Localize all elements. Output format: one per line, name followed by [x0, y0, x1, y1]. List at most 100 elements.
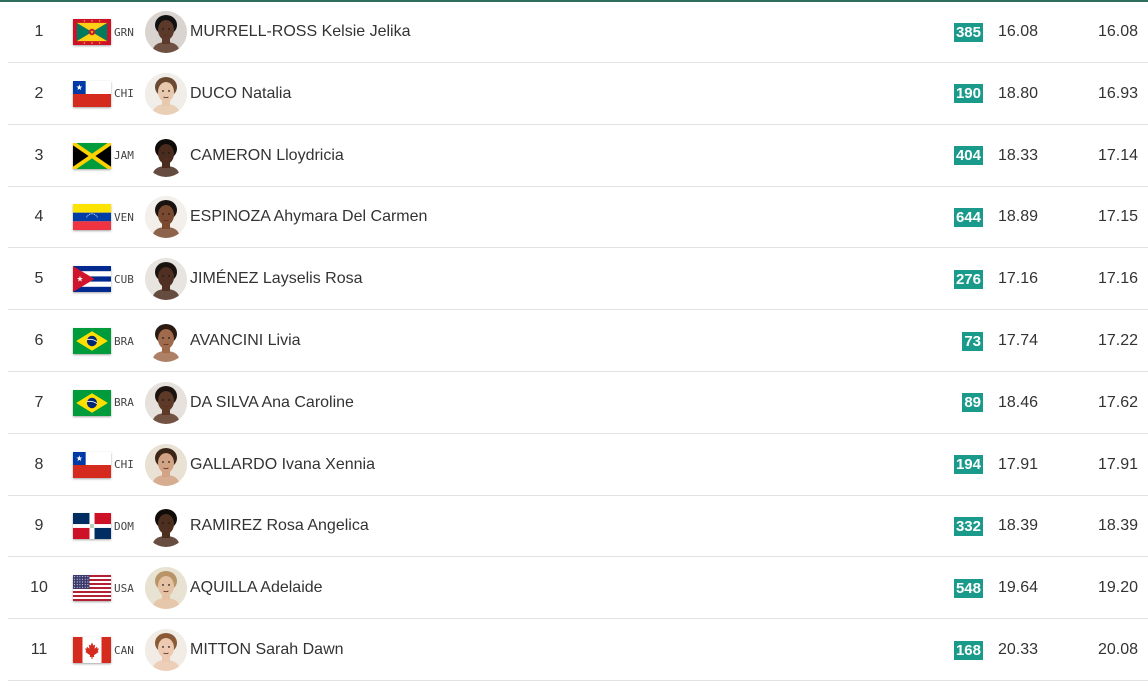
country-code: CHI: [114, 87, 134, 101]
athlete-photo: [145, 381, 187, 424]
rank: 4: [34, 208, 44, 226]
heat-time: 18.39: [998, 517, 1039, 535]
bib-number-badge: 89: [962, 393, 983, 413]
best-time: 17.15: [1097, 208, 1138, 226]
athlete-name[interactable]: AVANCINI Livia: [190, 311, 301, 371]
best-time: 17.22: [1097, 332, 1138, 349]
best-time: 17.62: [1097, 393, 1138, 411]
rank: 8: [34, 455, 44, 473]
heat-time: 18.89: [998, 208, 1039, 226]
result-row[interactable]: 3 JAM CAMERON Lloydricia 404 18.33 17.14: [8, 126, 1148, 187]
country-code: BRA: [114, 334, 134, 348]
rank: 9: [34, 517, 44, 535]
bib-number-badge: 644: [953, 207, 983, 227]
heat-time: 18.46: [998, 393, 1039, 411]
result-row[interactable]: 10 USA AQUILLA Adelaide 548 19.64 19.20: [8, 558, 1148, 620]
bib-number-badge: 385: [953, 22, 983, 42]
flag-brazil-icon: [73, 328, 111, 354]
bib-number-badge: 73: [962, 331, 983, 351]
athlete-name[interactable]: DA SILVA Ana Caroline: [190, 373, 354, 433]
heat-time: 17.16: [998, 270, 1039, 288]
bib-number-badge: 190: [953, 84, 983, 104]
result-row[interactable]: 8 CHI GALLARDO Ivana Xennia 194 17.91 17…: [8, 435, 1148, 496]
country-code: CHI: [114, 458, 134, 472]
athlete-photo: [145, 443, 187, 486]
best-time: 19.20: [1097, 579, 1138, 597]
country-code: BRA: [114, 396, 134, 410]
athlete-name[interactable]: ESPINOZA Ahymara Del Carmen: [190, 187, 427, 247]
athlete-photo: [145, 320, 187, 362]
rank: 5: [34, 270, 44, 288]
athlete-photo: [145, 629, 187, 671]
best-time: 17.14: [1097, 146, 1138, 164]
bib-number-badge: 194: [953, 455, 983, 475]
result-row[interactable]: 7 BRA DA SILVA Ana Caroline 89 18.46 17.…: [8, 373, 1148, 434]
bib-number-badge: 332: [953, 516, 983, 536]
heat-time: 17.74: [998, 332, 1039, 349]
heat-time: 17.91: [998, 455, 1039, 473]
country-code: JAM: [114, 149, 134, 163]
athlete-photo: [145, 567, 187, 610]
heat-time: 20.33: [998, 641, 1039, 658]
bib-number-badge: 548: [953, 578, 983, 598]
flag-chile-icon: [73, 451, 111, 478]
best-time: 16.08: [1097, 23, 1138, 40]
result-row[interactable]: 9 DOM RAMIREZ Rosa Angelica 332 18.39 18…: [8, 496, 1148, 558]
athlete-photo: [145, 72, 187, 115]
best-time: 16.93: [1097, 84, 1138, 102]
athlete-photo: [145, 258, 187, 301]
result-row[interactable]: 6 BRA AVANCINI Livia 73 17.74 17.22: [8, 311, 1148, 372]
flag-brazil-icon: [73, 389, 111, 416]
flag-canada-icon: [73, 637, 111, 663]
result-row[interactable]: 1 GRN MURRELL-ROSS Kelsie Jelika 385 16.…: [8, 2, 1148, 63]
athlete-name[interactable]: AQUILLA Adelaide: [190, 558, 323, 618]
athlete-name[interactable]: MITTON Sarah Dawn: [190, 620, 344, 680]
bib-number-badge: 168: [953, 640, 983, 660]
athlete-name[interactable]: JIMÉNEZ Layselis Rosa: [190, 249, 363, 309]
rank: 10: [30, 579, 48, 597]
heat-time: 18.33: [998, 146, 1039, 164]
flag-grenada-icon: [73, 19, 111, 45]
country-code: DOM: [114, 519, 134, 533]
flag-dominican-republic-icon: [73, 513, 111, 540]
bib-number-badge: 276: [953, 269, 983, 289]
athlete-name[interactable]: RAMIREZ Rosa Angelica: [190, 496, 369, 556]
rank: 6: [34, 332, 44, 349]
country-code: CUB: [114, 272, 134, 286]
athlete-name[interactable]: DUCO Natalia: [190, 64, 291, 124]
result-row[interactable]: 11 CAN MITTON Sarah Dawn 168 20.33 20.08: [8, 620, 1148, 681]
rank: 7: [34, 393, 44, 411]
result-row[interactable]: 2 CHI DUCO Natalia 190 18.80 16.93: [8, 64, 1148, 125]
rank: 11: [30, 641, 48, 658]
bib-number-badge: 404: [953, 146, 983, 166]
best-time: 20.08: [1097, 641, 1138, 658]
results-list: 1 GRN MURRELL-ROSS Kelsie Jelika 385 16.…: [0, 0, 1148, 681]
result-row[interactable]: 5 CUB JIMÉNEZ Layselis Rosa 276 17.16 17…: [8, 249, 1148, 311]
best-time: 18.39: [1097, 517, 1138, 535]
athlete-photo: [145, 196, 187, 239]
heat-time: 19.64: [998, 579, 1039, 597]
country-code: USA: [114, 581, 134, 595]
rank: 1: [34, 23, 44, 40]
flag-jamaica-icon: [73, 142, 111, 169]
flag-usa-icon: [73, 575, 111, 602]
heat-time: 18.80: [998, 84, 1039, 102]
result-row[interactable]: 4 VEN ESPINOZA Ahymara Del Carmen 644 18…: [8, 187, 1148, 249]
country-code: VEN: [114, 210, 134, 224]
athlete-name[interactable]: CAMERON Lloydricia: [190, 126, 344, 186]
rank: 3: [34, 146, 44, 164]
country-code: CAN: [114, 643, 134, 657]
rank: 2: [34, 84, 44, 102]
heat-time: 16.08: [998, 23, 1039, 40]
athlete-name[interactable]: GALLARDO Ivana Xennia: [190, 435, 375, 495]
country-code: GRN: [114, 25, 134, 39]
flag-chile-icon: [73, 80, 111, 107]
athlete-photo: [145, 505, 187, 548]
flag-venezuela-icon: [73, 204, 111, 231]
athlete-photo: [145, 134, 187, 177]
best-time: 17.16: [1097, 270, 1138, 288]
flag-cuba-icon: [73, 266, 111, 293]
best-time: 17.91: [1097, 455, 1138, 473]
athlete-photo: [145, 11, 187, 53]
athlete-name[interactable]: MURRELL-ROSS Kelsie Jelika: [190, 2, 411, 62]
